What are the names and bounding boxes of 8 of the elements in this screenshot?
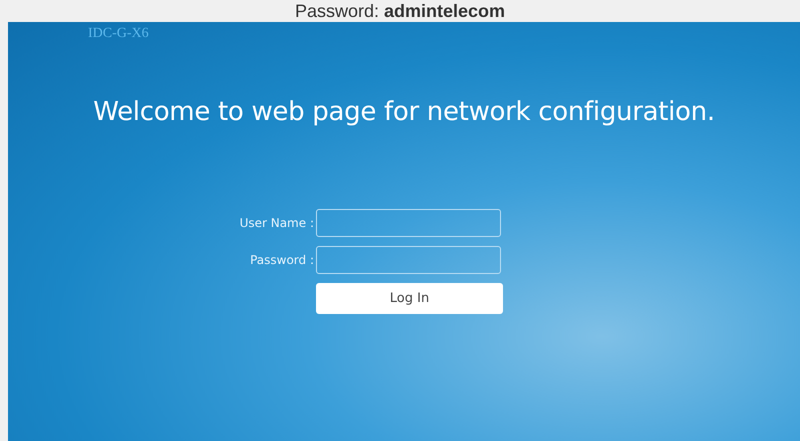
input-field[interactable] — [316, 209, 501, 237]
field-label: User Name : — [238, 216, 315, 230]
welcome-heading: Welcome to web page for network configuration. — [92, 97, 716, 127]
caption-text: Password: admintelecom — [294, 0, 506, 22]
input-field[interactable] — [316, 246, 501, 274]
device-model: IDC-G-X6 — [88, 26, 149, 42]
field-label: Password : — [249, 253, 315, 267]
login-button[interactable]: Log In — [316, 283, 503, 314]
